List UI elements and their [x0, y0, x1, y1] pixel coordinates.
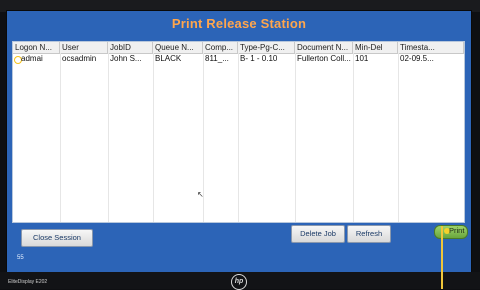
grid-line: [353, 53, 354, 222]
jobs-table: Logon N... User JobID Queue N... Comp...…: [12, 41, 465, 223]
column-header-document-name[interactable]: Document N...: [295, 42, 353, 53]
cell-jobid: John S...: [110, 54, 142, 63]
column-header-type-pg-cost[interactable]: Type-Pg-C...: [238, 42, 295, 53]
cell-type-pg-cost: B- 1 - 0.10: [240, 54, 278, 63]
delete-job-button[interactable]: Delete Job: [291, 225, 345, 243]
grid-line: [108, 53, 109, 222]
cell-logon-name: admai: [21, 54, 43, 63]
cell-timestamp: 02-09.5...: [400, 54, 434, 63]
print-label: Print: [449, 226, 465, 235]
column-header-logon-name[interactable]: Logon N...: [13, 42, 60, 53]
grid-line: [153, 53, 154, 222]
column-header-computer[interactable]: Comp...: [203, 42, 238, 53]
column-header-timestamp[interactable]: Timesta...: [398, 42, 464, 53]
monitor-brand: EliteDisplay E202: [8, 279, 48, 285]
column-header-queue-name[interactable]: Queue N...: [153, 42, 203, 53]
window-title: Print Release Station: [171, 16, 307, 31]
grid-line: [238, 53, 239, 222]
hp-logo-icon: hp: [231, 274, 247, 290]
refresh-button[interactable]: Refresh: [347, 225, 391, 243]
annotation-line: [441, 226, 443, 289]
cell-document-name: Fullerton Coll...: [297, 54, 351, 63]
grid-line: [295, 53, 296, 222]
column-header-jobid[interactable]: JobID: [108, 42, 153, 53]
cell-computer: 811_...: [205, 54, 229, 63]
cell-user: ocsadmin: [62, 54, 97, 63]
cell-queue-name: BLACK: [155, 54, 182, 63]
cell-min-del: 101: [355, 54, 369, 63]
mouse-cursor-icon: ↖: [197, 190, 204, 199]
close-session-button[interactable]: Close Session: [21, 229, 93, 247]
column-header-user[interactable]: User: [60, 42, 108, 53]
print-release-window: Print Release Station Logon N... User Jo…: [6, 10, 472, 274]
table-row[interactable]: admai ocsadmin John S... BLACK 811_... B…: [13, 54, 464, 64]
grid-line: [398, 53, 399, 222]
column-header-min-del[interactable]: Min-Del: [353, 42, 398, 53]
status-text: 55: [17, 255, 24, 261]
grid-line: [60, 53, 61, 222]
